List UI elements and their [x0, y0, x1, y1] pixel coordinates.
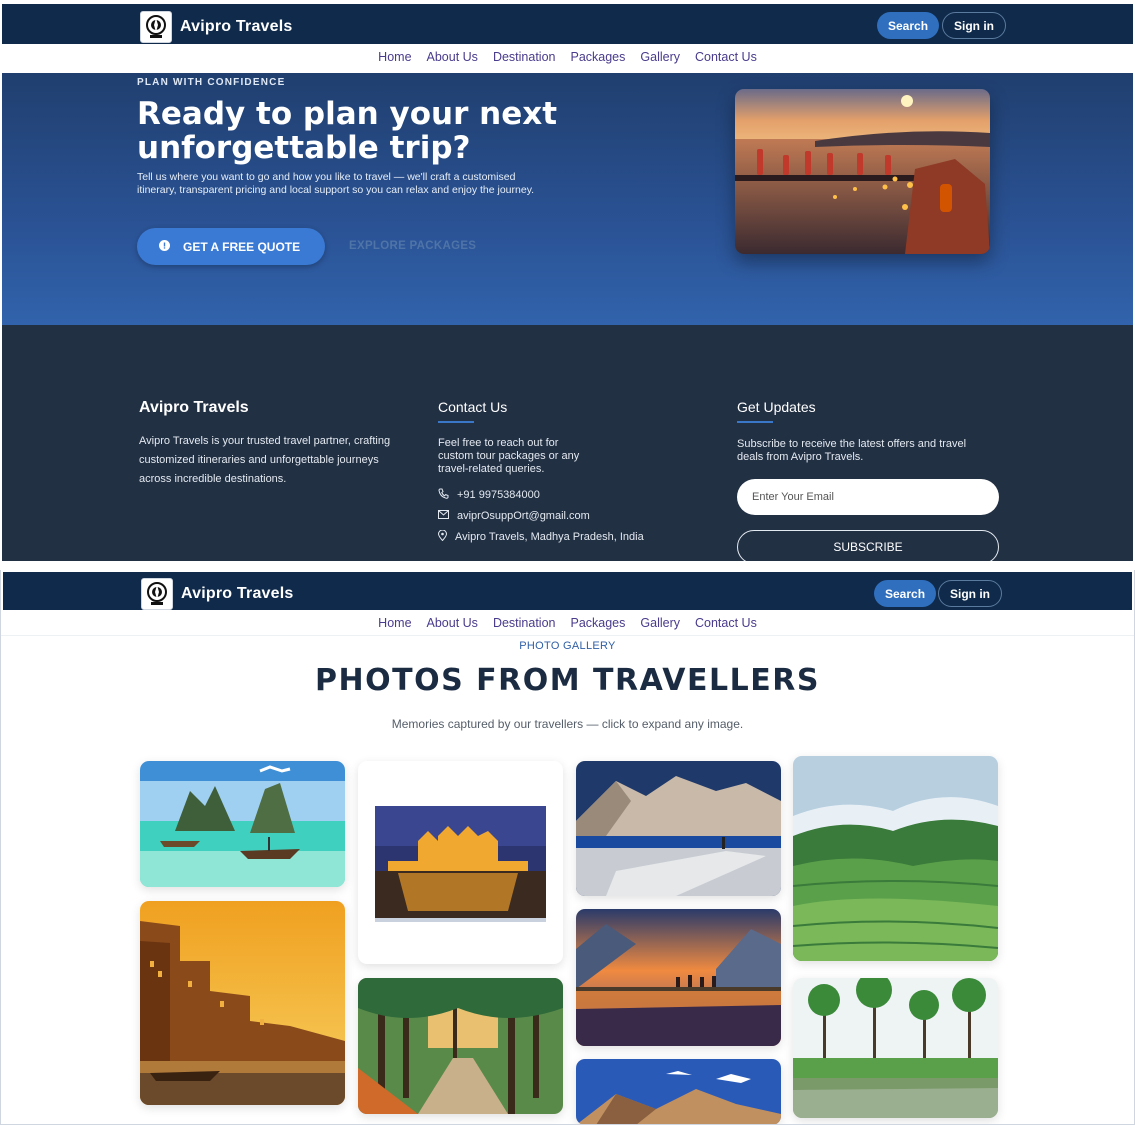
nav-destination[interactable]: Destination: [493, 616, 556, 630]
compass-globe-icon: [140, 11, 172, 43]
explore-packages-button[interactable]: EXPLORE PACKAGES: [349, 240, 476, 252]
gallery-photo-golden-temple[interactable]: [358, 761, 563, 964]
hero-description: Tell us where you want to go and how you…: [137, 171, 535, 196]
nav-home[interactable]: Home: [378, 50, 411, 64]
footer-about-text: Avipro Travels is your trusted travel pa…: [139, 435, 391, 485]
footer-email-text: aviprOsuppOrt@gmail.com: [457, 510, 590, 522]
footer-email[interactable]: aviprOsuppOrt@gmail.com: [438, 510, 668, 522]
footer-divider: [737, 421, 773, 423]
gallery-photo-varanasi-ghats[interactable]: [140, 901, 345, 1105]
footer-updates-text: Subscribe to receive the latest offers a…: [737, 438, 967, 463]
nav-contact-us[interactable]: Contact Us: [695, 616, 757, 630]
screenshot-contact-page: Avipro Travels Search Sign in Home About…: [0, 0, 1135, 561]
nav-destination[interactable]: Destination: [493, 50, 556, 64]
nav-contact-us[interactable]: Contact Us: [695, 50, 757, 64]
search-button[interactable]: Search: [874, 580, 937, 607]
brand[interactable]: Avipro Travels: [141, 578, 293, 610]
main-nav: Home About Us Destination Packages Galle…: [1, 610, 1134, 636]
phone-icon: [438, 488, 449, 502]
gallery-photo-desert-dunes[interactable]: [576, 1059, 781, 1124]
gallery-photo-tropical-beach[interactable]: [140, 761, 345, 887]
screenshot-gallery-page: Avipro Travels Search Sign in Home About…: [0, 570, 1135, 1125]
nav-about-us[interactable]: About Us: [427, 616, 478, 630]
site-footer: Avipro Travels Avipro Travels is your tr…: [2, 325, 1133, 561]
get-free-quote-label: GET A FREE QUOTE: [183, 239, 301, 254]
brand-name: Avipro Travels: [180, 18, 293, 35]
footer-updates-title: Get Updates: [737, 399, 816, 415]
get-free-quote-button[interactable]: GET A FREE QUOTE: [137, 228, 325, 265]
sign-in-button[interactable]: Sign in: [938, 580, 1002, 607]
gallery-subtitle: Memories captured by our travellers — cl…: [391, 717, 744, 731]
search-button[interactable]: Search: [877, 12, 940, 39]
nav-gallery[interactable]: Gallery: [640, 616, 680, 630]
gallery-photo-mountain-lake[interactable]: [576, 761, 781, 896]
footer-address: Avipro Travels, Madhya Pradesh, India: [437, 529, 668, 544]
newsletter-email-input[interactable]: [737, 479, 999, 515]
nav-packages[interactable]: Packages: [570, 616, 625, 630]
nav-home[interactable]: Home: [378, 616, 411, 630]
gallery-photo-palm-backwaters[interactable]: [793, 978, 998, 1118]
gallery-kicker: PHOTO GALLERY: [519, 640, 616, 652]
brand-name: Avipro Travels: [181, 585, 294, 602]
brand[interactable]: Avipro Travels: [140, 11, 292, 43]
site-header: Avipro Travels Search Sign in: [2, 4, 1133, 47]
nav-about-us[interactable]: About Us: [427, 50, 478, 64]
main-nav: Home About Us Destination Packages Galle…: [0, 44, 1135, 70]
footer-divider: [438, 421, 474, 423]
footer-phone-text: +91 9975384000: [457, 489, 540, 501]
gallery-photo-tea-plantation[interactable]: [793, 756, 998, 961]
gallery-title: PHOTOS FROM TRAVELLERS: [315, 663, 820, 698]
footer-contact: Contact Us Feel free to reach out for cu…: [437, 399, 668, 544]
hero-kicker: PLAN WITH CONFIDENCE: [137, 77, 286, 88]
footer-about: Avipro Travels Avipro Travels is your tr…: [139, 399, 404, 489]
footer-contact-title: Contact Us: [438, 399, 508, 415]
footer-updates: Get Updates Subscribe to receive the lat…: [737, 399, 1007, 561]
hero-image-river-ceremony: [735, 89, 990, 254]
footer-brand-title: Avipro Travels: [139, 399, 249, 416]
sign-in-button[interactable]: Sign in: [942, 12, 1006, 39]
hero-title: Ready to plan your next unforgettable tr…: [137, 96, 558, 166]
mail-icon: [438, 510, 449, 522]
info-icon: [159, 239, 170, 254]
footer-phone[interactable]: +91 9975384000: [438, 488, 668, 502]
nav-gallery[interactable]: Gallery: [640, 50, 680, 64]
nav-packages[interactable]: Packages: [570, 50, 625, 64]
footer-contact-intro: Feel free to reach out for custom tour p…: [438, 437, 580, 475]
gallery-photo-desert-sunset-camels[interactable]: [576, 909, 781, 1046]
subscribe-button[interactable]: SUBSCRIBE: [737, 530, 999, 561]
site-header: Avipro Travels Search Sign in: [3, 572, 1132, 615]
hero-section: PLAN WITH CONFIDENCE Ready to plan your …: [2, 73, 1133, 325]
location-pin-icon: [437, 529, 448, 544]
footer-address-text: Avipro Travels, Madhya Pradesh, India: [455, 531, 644, 543]
compass-globe-icon: [141, 578, 173, 610]
gallery-photo-forest-path[interactable]: [358, 978, 563, 1114]
